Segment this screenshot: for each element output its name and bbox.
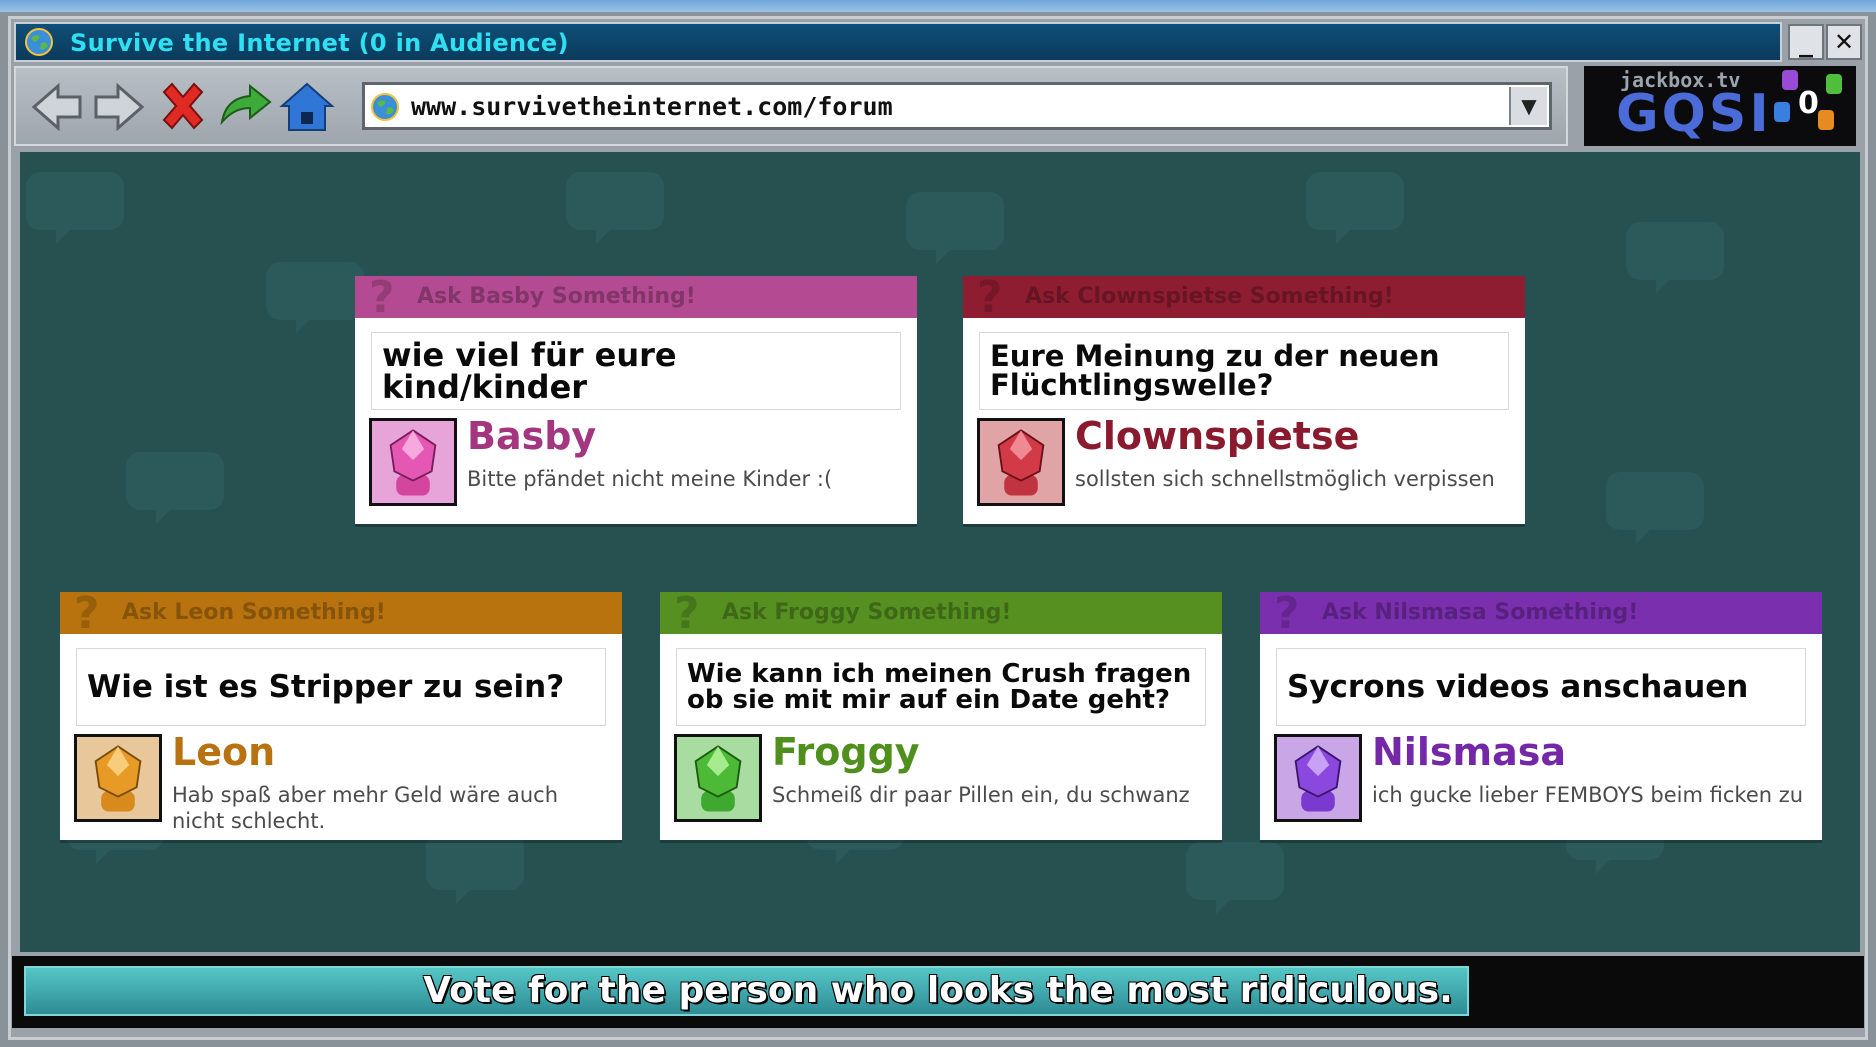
question-mark-icon: ? <box>74 588 100 639</box>
question-box: Sycrons videos anschauen <box>1276 648 1806 726</box>
url-text: www.survivetheinternet.com/forum <box>411 92 893 121</box>
answer-text: Schmeiß dir paar Pillen ein, du schwanz <box>772 783 1190 807</box>
answer-text: Bitte pfändet nicht meine Kinder :( <box>467 467 833 491</box>
room-code: GQSI <box>1616 84 1772 144</box>
forum-content-area: ? Ask Basby Something! wie viel für eure… <box>20 152 1860 952</box>
player-name: Nilsmasa <box>1372 730 1566 774</box>
question-text: Sycrons videos anschauen <box>1287 668 1749 705</box>
player-card-basby[interactable]: ? Ask Basby Something! wie viel für eure… <box>355 272 917 524</box>
question-text: Wie ist es Stripper zu sein? <box>87 668 565 705</box>
question-text: wie viel für eure kind/kinder <box>382 336 677 406</box>
card-header-text: Ask Leon Something! <box>122 600 386 625</box>
card-header: ? Ask Froggy Something! <box>660 588 1222 639</box>
title-bar: Survive the Internet (0 in Audience) <box>14 22 1782 62</box>
card-header-text: Ask Froggy Something! <box>722 600 1012 625</box>
close-button[interactable]: ✕ <box>1826 24 1862 60</box>
card-header: ? Ask Leon Something! <box>60 588 622 639</box>
player-name: Froggy <box>772 730 920 774</box>
room-code-panel: jackbox.tv GQSI 0 <box>1584 66 1856 146</box>
question-box: Wie ist es Stripper zu sein? <box>76 648 606 726</box>
globe-icon <box>25 28 53 56</box>
question-mark-icon: ? <box>977 272 1003 323</box>
avatar-gem-orange-icon <box>74 734 162 822</box>
answer-text: ich gucke lieber FEMBOYS beim ficken zu <box>1372 783 1804 807</box>
card-header-text: Ask Basby Something! <box>417 284 696 309</box>
card-header: ? Ask Basby Something! <box>355 272 917 323</box>
vote-instruction: Vote for the person who looks the most r… <box>423 970 1453 1011</box>
card-header-text: Ask Nilsmasa Something! <box>1322 600 1639 625</box>
minimize-button[interactable]: _ <box>1788 24 1824 60</box>
question-box: Eure Meinung zu der neuen Flüchtlingswel… <box>979 332 1509 410</box>
audience-count: 0 <box>1798 86 1819 121</box>
answer-text: Hab spaß aber mehr Geld wäre auch nicht … <box>172 783 559 834</box>
avatar-gem-pink-icon <box>369 418 457 506</box>
refresh-arrow-icon[interactable] <box>216 78 274 136</box>
back-arrow-icon[interactable] <box>28 78 86 136</box>
dropdown-chevron-icon[interactable]: ▼ <box>1509 87 1547 125</box>
card-header: ? Ask Nilsmasa Something! <box>1260 588 1822 639</box>
player-card-nilsmasa[interactable]: ? Ask Nilsmasa Something! Sycrons videos… <box>1260 588 1822 840</box>
forward-arrow-icon[interactable] <box>90 78 148 136</box>
question-box: wie viel für eure kind/kinder <box>371 332 901 410</box>
avatar-gem-red-icon <box>977 418 1065 506</box>
question-box: Wie kann ich meinen Crush fragen ob sie … <box>676 648 1206 726</box>
card-header: ? Ask Clownspietse Something! <box>963 272 1525 323</box>
question-mark-icon: ? <box>369 272 395 323</box>
avatar-gem-green-icon <box>674 734 762 822</box>
player-name: Leon <box>172 730 276 774</box>
player-card-clownspietse[interactable]: ? Ask Clownspietse Something! Eure Meinu… <box>963 272 1525 524</box>
avatar-gem-purple-icon <box>1274 734 1362 822</box>
globe-icon <box>371 93 399 121</box>
window-title: Survive the Internet (0 in Audience) <box>70 29 569 57</box>
stop-x-icon[interactable] <box>154 78 212 136</box>
player-name: Clownspietse <box>1075 414 1360 458</box>
desktop-top-strip <box>0 0 1876 12</box>
question-text: Wie kann ich meinen Crush fragen ob sie … <box>687 659 1192 715</box>
home-icon[interactable] <box>278 78 336 136</box>
answer-text: sollsten sich schnellstmöglich verpissen <box>1075 467 1495 491</box>
question-mark-icon: ? <box>674 588 700 639</box>
card-header-text: Ask Clownspietse Something! <box>1025 284 1394 309</box>
player-card-froggy[interactable]: ? Ask Froggy Something! Wie kann ich mei… <box>660 588 1222 840</box>
question-mark-icon: ? <box>1274 588 1300 639</box>
question-text: Eure Meinung zu der neuen Flüchtlingswel… <box>990 339 1440 402</box>
address-bar[interactable]: www.survivetheinternet.com/forum ▼ <box>362 82 1552 130</box>
player-card-leon[interactable]: ? Ask Leon Something! Wie ist es Strippe… <box>60 588 622 840</box>
player-name: Basby <box>467 414 597 458</box>
